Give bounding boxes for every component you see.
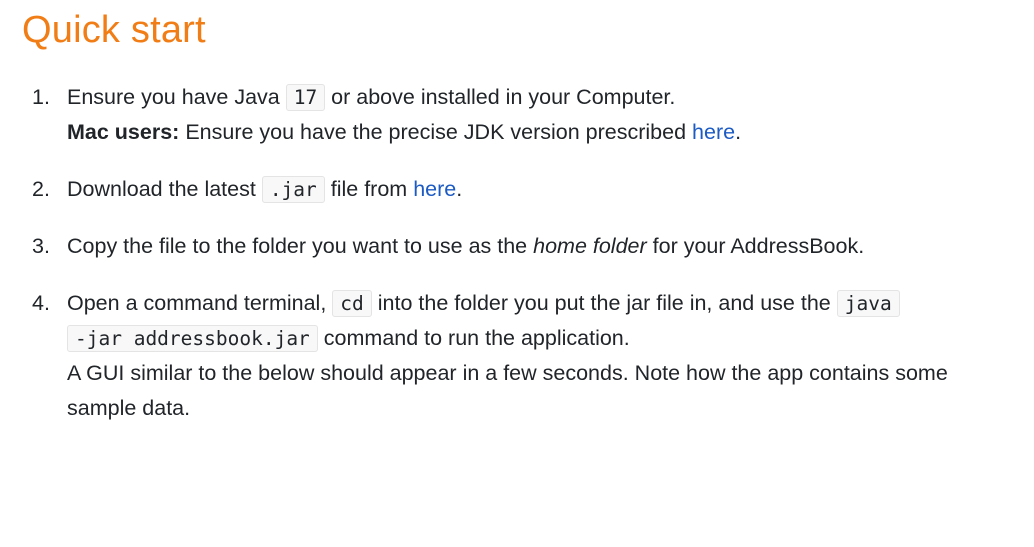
step-1-pre: Ensure you have Java [67,85,286,109]
step-3-text: Copy the file to the folder you want to … [67,229,1010,264]
list-item: 4. Open a command terminal, cd into the … [22,286,1010,426]
step-1-text: Ensure you have Java 17 or above install… [67,80,1010,115]
step-4-text-line-2: -jar addressbook.jar command to run the … [67,321,1010,356]
java-command-code-part-2: -jar addressbook.jar [67,325,318,352]
steps-list: 1. Ensure you have Java 17 or above inst… [22,80,1010,426]
jar-extension-code: .jar [261,176,325,203]
jdk-version-link[interactable]: here [692,120,735,144]
step-2-pre: Download the latest [67,177,262,201]
list-item-number: 4. [32,291,50,315]
step-2-text: Download the latest .jar file from here. [67,172,1010,207]
cd-command-code: cd [332,290,372,317]
list-item: 2. Download the latest .jar file from he… [22,172,1010,207]
list-item: 3. Copy the file to the folder you want … [22,229,1010,264]
mac-users-text: Ensure you have the precise JDK version … [179,120,693,144]
gui-note: A GUI similar to the below should appear… [67,361,948,420]
java-version-code: 17 [285,84,326,111]
step-4-post: command to run the application. [317,326,630,350]
mac-users-note: Mac users: Ensure you have the precise J… [67,115,1010,150]
list-item: 1. Ensure you have Java 17 or above inst… [22,80,1010,150]
mac-users-end: . [735,120,742,144]
list-item-number: 2. [32,177,50,201]
home-folder-emphasis: home folder [533,234,647,258]
step-1-post: or above installed in your Computer. [325,85,676,109]
java-command-code-part-1: java [836,290,900,317]
download-link[interactable]: here [413,177,456,201]
list-item-number: 1. [32,85,50,109]
step-4-text-line-1: Open a command terminal, cd into the fol… [67,286,1010,321]
step-2-end: . [456,177,463,201]
mac-users-label: Mac users: [67,120,180,144]
step-3-pre: Copy the file to the folder you want to … [67,234,534,258]
page: Quick start 1. Ensure you have Java 17 o… [0,0,1034,547]
step-2-mid: file from [324,177,414,201]
page-title: Quick start [22,9,206,51]
step-3-post: for your AddressBook. [646,234,865,258]
step-4-pre: Open a command terminal, [67,291,333,315]
step-4-mid: into the folder you put the jar file in,… [371,291,837,315]
list-item-number: 3. [32,234,50,258]
